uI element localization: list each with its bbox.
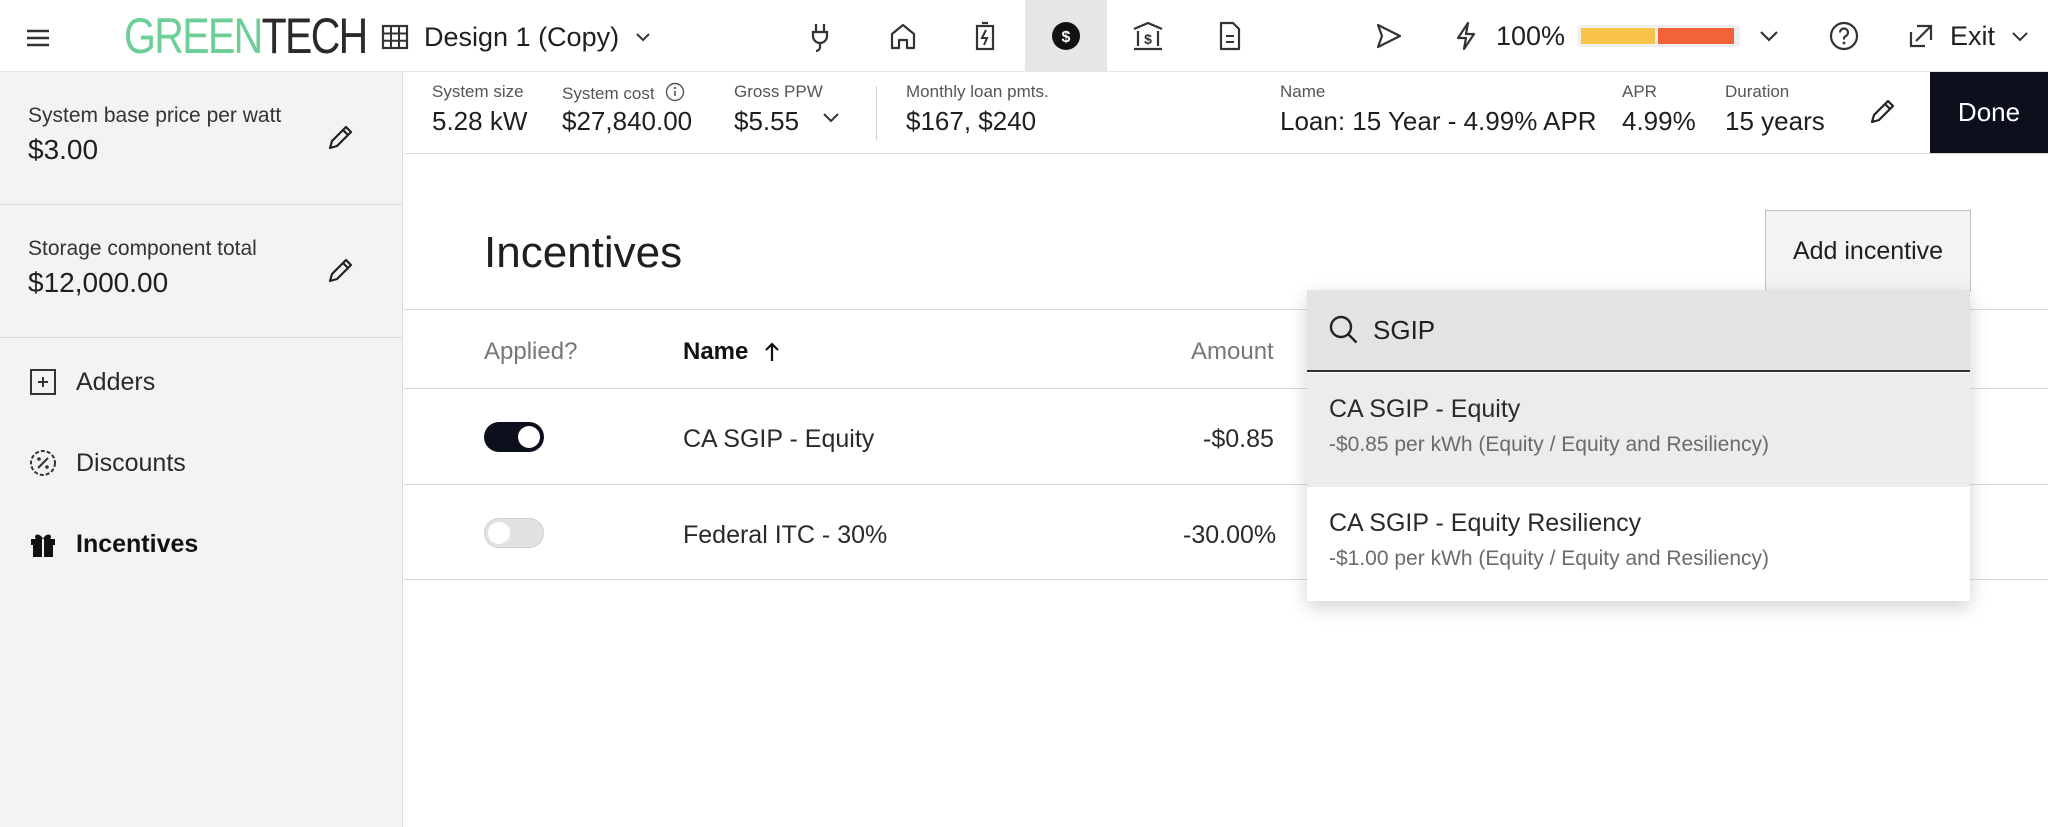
option-title: CA SGIP - Equity Resiliency xyxy=(1329,509,1642,537)
search-result-option[interactable]: CA SGIP - Equity -$0.85 per kWh (Equity … xyxy=(1307,373,1970,487)
exit-button[interactable]: Exit xyxy=(1906,0,2031,72)
document-icon[interactable] xyxy=(1189,0,1271,72)
sidebar-item-incentives[interactable]: Incentives xyxy=(28,526,198,562)
toggle-knob xyxy=(488,522,510,544)
option-subtitle: -$0.85 per kWh (Equity / Equity and Resi… xyxy=(1329,433,1770,456)
completion-progress-bar xyxy=(1578,25,1740,47)
system-cost-label-text: System cost xyxy=(562,84,655,103)
pencil-icon[interactable] xyxy=(324,120,358,154)
base-price-card: System base price per watt $3.00 xyxy=(0,72,402,205)
svg-text:$: $ xyxy=(1144,31,1152,47)
storage-card: Storage component total $12,000.00 xyxy=(0,205,402,338)
base-price-value: $3.00 xyxy=(28,134,99,165)
done-button[interactable]: Done xyxy=(1930,72,2048,153)
exit-icon xyxy=(1906,21,1936,51)
logo-dark-text: TECH xyxy=(261,8,369,64)
incentive-amount: -$0.85 xyxy=(1203,425,1274,453)
base-price-label: System base price per watt xyxy=(28,104,282,127)
incentive-name: CA SGIP - Equity xyxy=(683,425,875,453)
gift-icon xyxy=(28,529,58,559)
sidebar-item-discounts[interactable]: Discounts xyxy=(28,445,186,481)
sidebar: System base price per watt $3.00 Storage… xyxy=(0,72,403,827)
monthly-label: Monthly loan pmts. xyxy=(906,82,1049,101)
home-icon[interactable] xyxy=(862,0,944,72)
plug-icon[interactable] xyxy=(780,0,862,72)
pencil-icon[interactable] xyxy=(324,253,358,287)
column-header-name[interactable]: Name xyxy=(683,338,782,366)
help-icon[interactable] xyxy=(1828,0,1860,72)
system-cost-value: $27,840.00 xyxy=(562,106,693,136)
design-selector[interactable]: Design 1 (Copy) xyxy=(380,16,653,58)
sort-arrow-up-icon xyxy=(762,340,782,364)
discount-icon xyxy=(28,448,58,478)
search-result-option[interactable]: CA SGIP - Equity Resiliency -$1.00 per k… xyxy=(1307,487,1970,601)
column-header-amount: Amount xyxy=(1191,338,1274,365)
applied-toggle[interactable] xyxy=(484,518,544,548)
duration-label: Duration xyxy=(1725,82,1790,101)
grid-icon xyxy=(380,22,410,52)
sidebar-item-label: Adders xyxy=(76,367,156,396)
sidebar-item-adders[interactable]: Adders xyxy=(28,364,155,400)
logo: GREEN TECH xyxy=(124,8,369,64)
incentive-search-dropdown: CA SGIP - Equity -$0.85 per kWh (Equity … xyxy=(1307,290,1970,601)
design-name: Design 1 (Copy) xyxy=(424,21,620,52)
page-title: Incentives xyxy=(484,228,683,277)
add-incentive-button[interactable]: Add incentive xyxy=(1765,210,1971,292)
incentive-name: Federal ITC - 30% xyxy=(683,521,888,549)
sidebar-item-label: Discounts xyxy=(76,448,186,477)
search-icon xyxy=(1327,313,1361,347)
monthly-value: $167, $240 xyxy=(906,106,1037,136)
gross-ppw-value: $5.55 xyxy=(734,106,842,137)
dollar-icon[interactable]: $ xyxy=(1025,0,1107,72)
pencil-icon[interactable] xyxy=(1866,94,1900,128)
hamburger-menu-icon[interactable] xyxy=(22,22,54,54)
apr-value: 4.99% xyxy=(1622,106,1696,136)
column-header-name-label: Name xyxy=(683,338,749,365)
lightning-icon xyxy=(1452,0,1480,72)
storage-value: $12,000.00 xyxy=(28,267,169,298)
option-subtitle: -$1.00 per kWh (Equity / Equity and Resi… xyxy=(1329,547,1770,570)
progress-segment-red xyxy=(1658,28,1734,44)
toggle-knob xyxy=(518,426,540,448)
divider xyxy=(876,86,877,140)
chevron-down-icon xyxy=(633,27,653,47)
top-bar: GREEN TECH Design 1 (Copy) $ $ 100% Exit xyxy=(0,0,2048,72)
chevron-down-icon[interactable] xyxy=(1756,0,1782,72)
financing-summary-bar: System size 5.28 kW System cost $27,840.… xyxy=(404,72,2048,154)
info-icon[interactable] xyxy=(665,82,685,102)
logo-green-text: GREEN xyxy=(124,8,263,64)
system-cost-label: System cost xyxy=(562,82,685,104)
chevron-down-icon xyxy=(2009,25,2031,47)
sidebar-item-label: Incentives xyxy=(76,529,199,558)
exit-label: Exit xyxy=(1950,20,1996,51)
completion-percent: 100% xyxy=(1496,20,1566,51)
svg-text:$: $ xyxy=(1062,29,1071,46)
battery-icon[interactable] xyxy=(944,0,1026,72)
send-icon[interactable] xyxy=(1372,0,1404,72)
incentive-amount: -30.00% xyxy=(1183,521,1277,549)
storage-label: Storage component total xyxy=(28,237,257,260)
apr-label: APR xyxy=(1622,82,1657,101)
gross-ppw-value-text: $5.55 xyxy=(734,106,800,136)
system-size-label: System size xyxy=(432,82,524,101)
column-header-applied: Applied? xyxy=(484,338,578,365)
bank-icon[interactable]: $ xyxy=(1107,0,1189,72)
progress-segment-yellow xyxy=(1581,28,1655,44)
plus-square-icon xyxy=(28,367,58,397)
system-size-value: 5.28 kW xyxy=(432,106,528,136)
loan-name-label: Name xyxy=(1280,82,1326,101)
chevron-down-icon xyxy=(820,106,842,128)
applied-toggle[interactable] xyxy=(484,422,544,452)
search-input[interactable] xyxy=(1373,314,1933,346)
duration-value: 15 years xyxy=(1725,106,1825,136)
loan-name-value: Loan: 15 Year - 4.99% APR xyxy=(1280,106,1597,136)
gross-ppw-label: Gross PPW xyxy=(734,82,823,101)
search-field[interactable] xyxy=(1307,290,1970,372)
option-title: CA SGIP - Equity xyxy=(1329,395,1521,423)
